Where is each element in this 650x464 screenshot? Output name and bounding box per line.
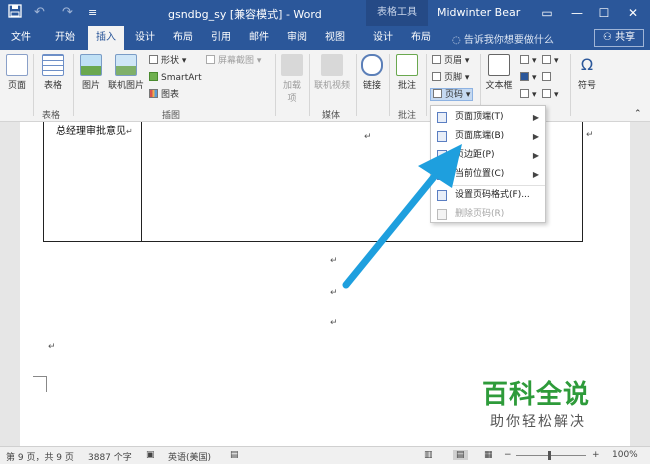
proofing-icon[interactable]: ▣ — [146, 450, 155, 460]
zoom-out-icon[interactable]: − — [504, 450, 512, 460]
status-bar: 第 9 页，共 9 页 3887 个字 ▣ 英语(美国) ▤ ▥ ▤ ▦ − +… — [0, 446, 650, 464]
page-count[interactable]: 第 9 页，共 9 页 — [6, 450, 74, 463]
zoom-slider[interactable] — [516, 455, 586, 456]
zoom-in-icon[interactable]: + — [592, 450, 600, 460]
word-count[interactable]: 3887 个字 — [88, 450, 132, 463]
watermark-logo: 百科全说 助你轻松解决 — [468, 372, 628, 438]
read-mode-icon[interactable]: ▥ — [424, 450, 433, 460]
zoom-level[interactable]: 100% — [612, 450, 638, 460]
print-layout-icon[interactable]: ▤ — [453, 450, 468, 460]
watermark-subtitle: 助你轻松解决 — [490, 414, 586, 430]
macro-icon[interactable]: ▤ — [230, 450, 239, 460]
web-layout-icon[interactable]: ▦ — [484, 450, 493, 460]
language[interactable]: 英语(美国) — [168, 450, 211, 463]
zoom-slider-thumb[interactable] — [548, 451, 551, 460]
watermark-title: 百科全说 — [482, 380, 591, 410]
